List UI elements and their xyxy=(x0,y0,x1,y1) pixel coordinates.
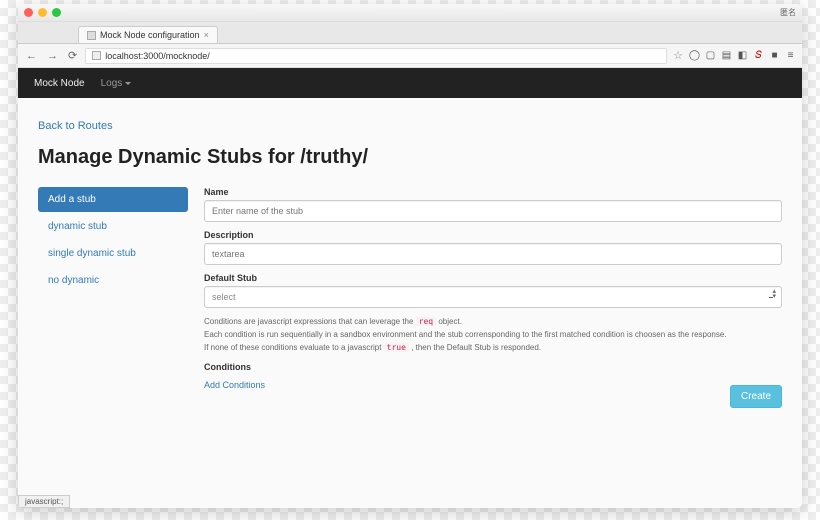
browser-window: 匿名 Mock Node configuration × ← → ⟳ local… xyxy=(18,4,802,508)
page-title: Manage Dynamic Stubs for /truthy/ xyxy=(38,146,782,169)
add-conditions-link[interactable]: Add Conditions xyxy=(204,380,265,390)
name-label: Name xyxy=(204,187,782,197)
sidebar-item-single-dynamic[interactable]: single dynamic stub xyxy=(38,241,188,266)
sidebar: Add a stub dynamic stub single dynamic s… xyxy=(38,187,188,408)
forward-icon[interactable]: → xyxy=(45,50,60,62)
ext-icon-6[interactable]: ■ xyxy=(769,50,780,61)
extension-icons: ◯ ▢ ▤ ◧ 𝑆 ■ ≡ xyxy=(689,50,796,61)
description-input[interactable] xyxy=(204,243,782,265)
close-window-button[interactable] xyxy=(24,8,33,17)
name-input[interactable] xyxy=(204,200,782,222)
default-stub-value: select xyxy=(204,286,782,308)
window-titlebar: 匿名 xyxy=(18,4,802,22)
help-text: Conditions are javascript expressions th… xyxy=(204,316,782,354)
address-bar: ← → ⟳ localhost:3000/mocknode/ ☆ ◯ ▢ ▤ ◧… xyxy=(18,44,802,68)
minimize-window-button[interactable] xyxy=(38,8,47,17)
page-content: Mock Node Logs Back to Routes Manage Dyn… xyxy=(18,68,802,508)
description-label: Description xyxy=(204,230,782,240)
reload-icon[interactable]: ⟳ xyxy=(66,49,79,62)
close-tab-icon[interactable]: × xyxy=(204,30,209,40)
bookmark-star-icon[interactable]: ☆ xyxy=(673,49,683,62)
tab-title: Mock Node configuration xyxy=(100,30,200,40)
favicon-icon xyxy=(87,31,96,40)
nav-logs-dropdown[interactable]: Logs xyxy=(101,78,132,89)
status-bar: javascript:; xyxy=(18,495,70,508)
code-req: req xyxy=(416,317,436,326)
url-text: localhost:3000/mocknode/ xyxy=(105,51,210,61)
back-icon[interactable]: ← xyxy=(24,50,39,62)
ext-icon-3[interactable]: ▤ xyxy=(721,50,732,61)
chevron-down-icon xyxy=(125,82,131,85)
menu-icon[interactable]: ≡ xyxy=(785,50,796,61)
tab-strip: Mock Node configuration × xyxy=(18,22,802,44)
default-stub-select[interactable]: select ▴▾ xyxy=(204,286,782,308)
browser-tab[interactable]: Mock Node configuration × xyxy=(78,26,218,43)
brand-label[interactable]: Mock Node xyxy=(34,78,85,89)
url-input[interactable]: localhost:3000/mocknode/ xyxy=(85,48,667,64)
maximize-window-button[interactable] xyxy=(52,8,61,17)
app-navbar: Mock Node Logs xyxy=(18,68,802,98)
ext-icon-5[interactable]: 𝑆 xyxy=(753,50,764,61)
form-panel: Name Description Default Stub select ▴▾ … xyxy=(204,187,782,408)
select-arrows-icon: ▴▾ xyxy=(772,289,776,299)
titlebar-badge: 匿名 xyxy=(780,7,796,18)
site-info-icon[interactable] xyxy=(92,51,101,60)
sidebar-item-add-stub[interactable]: Add a stub xyxy=(38,187,188,212)
ext-icon-1[interactable]: ◯ xyxy=(689,50,700,61)
sidebar-item-no-dynamic[interactable]: no dynamic xyxy=(38,268,188,293)
sidebar-item-dynamic-stub[interactable]: dynamic stub xyxy=(38,214,188,239)
nav-logs-label: Logs xyxy=(101,78,123,89)
traffic-lights xyxy=(24,8,61,17)
back-to-routes-link[interactable]: Back to Routes xyxy=(38,120,113,132)
create-button[interactable]: Create xyxy=(730,385,782,408)
ext-icon-4[interactable]: ◧ xyxy=(737,50,748,61)
conditions-label: Conditions xyxy=(204,362,782,372)
ext-icon-2[interactable]: ▢ xyxy=(705,50,716,61)
code-true: true xyxy=(384,343,409,352)
default-stub-label: Default Stub xyxy=(204,273,782,283)
